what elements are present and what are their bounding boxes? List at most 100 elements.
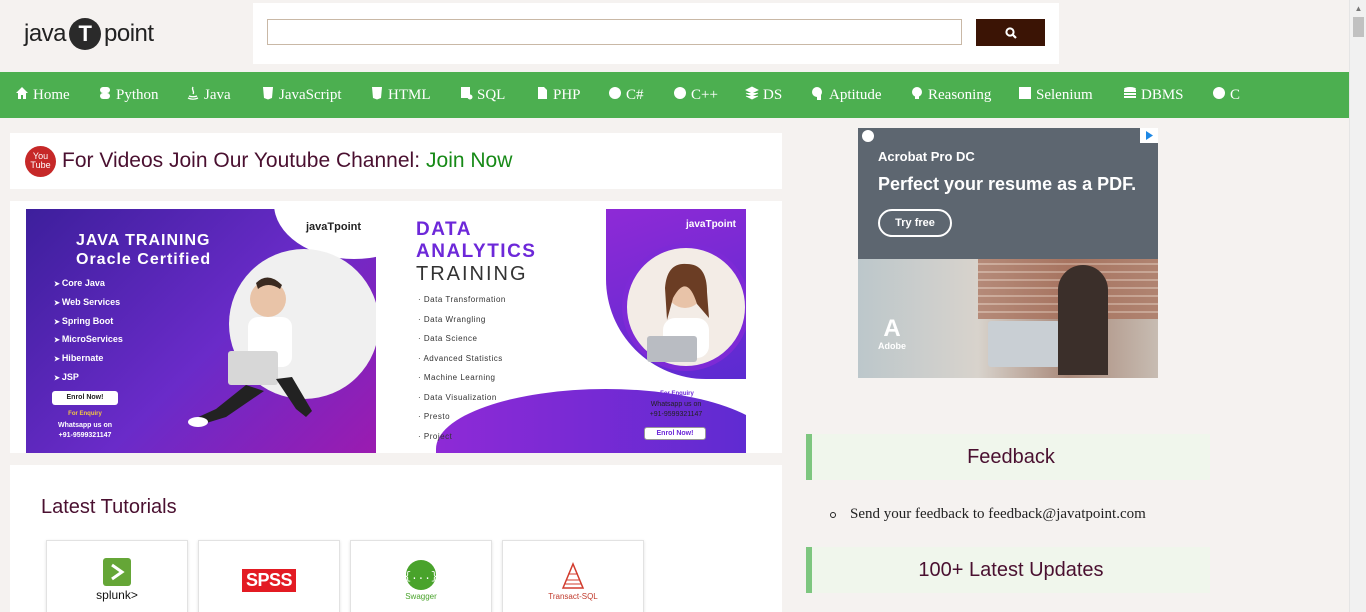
- banner-title-line2: Oracle Certified: [76, 251, 212, 268]
- topic-item: Presto: [418, 407, 506, 427]
- section-heading: Latest Tutorials: [41, 496, 177, 518]
- course-item: MicroServices: [54, 331, 123, 350]
- splunk-icon: [103, 558, 131, 586]
- banner-title-line2: ANALYTICS: [416, 241, 537, 262]
- nav-item-home[interactable]: Home: [15, 72, 98, 118]
- nav-item-cpp[interactable]: C++: [673, 72, 745, 118]
- nav-item-java[interactable]: Java: [186, 72, 261, 118]
- topic-item: Data Science: [418, 329, 506, 349]
- selenium-icon: [1018, 86, 1032, 100]
- java-training-banner[interactable]: javaTpoint JAVA TRAINING Oracle Certifie…: [26, 209, 376, 453]
- card-label: Transact-SQL: [548, 591, 598, 601]
- enrol-now-button[interactable]: Enrol Now!: [52, 391, 118, 405]
- youtube-banner: You Tube For Videos Join Our Youtube Cha…: [10, 133, 782, 189]
- nav-item-dbms[interactable]: DBMS: [1123, 72, 1212, 118]
- feedback-text: Send your feedback to feedback@javatpoin…: [830, 506, 1146, 523]
- adobe-logo-mark: A: [883, 315, 901, 342]
- search-icon: [1004, 26, 1017, 39]
- whatsapp-label: Whatsapp us on: [650, 401, 702, 408]
- youtube-text: For Videos Join Our Youtube Channel:: [62, 149, 421, 172]
- ad-top-panel: Acrobat Pro DC Perfect your resume as a …: [858, 128, 1158, 259]
- ad-brand: Acrobat Pro DC: [878, 149, 975, 164]
- javascript-icon: [261, 86, 275, 100]
- reasoning-icon: [910, 86, 924, 100]
- tutorial-card-splunk[interactable]: splunk>: [46, 540, 188, 612]
- main-nav: Home Python Java JavaScript HTML SQL PHP…: [0, 72, 1349, 118]
- nav-label: C++: [691, 86, 718, 103]
- course-item: Spring Boot: [54, 313, 123, 332]
- nav-item-php[interactable]: PHP: [535, 72, 608, 118]
- banner-topic-list: Data Transformation Data Wrangling Data …: [418, 290, 506, 446]
- youtube-icon[interactable]: You Tube: [25, 145, 56, 177]
- advertisement[interactable]: Acrobat Pro DC Perfect your resume as a …: [858, 128, 1158, 378]
- nav-item-c[interactable]: C: [1212, 72, 1252, 118]
- bullet-icon: [830, 511, 836, 518]
- logo-mark: T: [69, 18, 102, 50]
- enrol-now-button[interactable]: Enrol Now!: [644, 427, 706, 440]
- search-button[interactable]: [976, 19, 1045, 46]
- nav-label: PHP: [553, 86, 581, 103]
- nav-item-javascript[interactable]: JavaScript: [261, 72, 370, 118]
- nav-item-ds[interactable]: DS: [745, 72, 811, 118]
- nav-item-sql[interactable]: SQL: [459, 72, 535, 118]
- phone-number: +91-9599321147: [58, 432, 112, 439]
- header: java T point: [0, 0, 1349, 72]
- nav-item-selenium[interactable]: Selenium: [1018, 72, 1123, 118]
- feedback-text-content[interactable]: Send your feedback to feedback@javatpoin…: [850, 506, 1146, 523]
- ad-choices-icon[interactable]: [1140, 128, 1158, 143]
- tsql-icon: [561, 561, 585, 589]
- tutorial-card-spss[interactable]: SPSS: [198, 540, 340, 612]
- person-shape: [1058, 265, 1108, 375]
- woman-image: [647, 263, 709, 362]
- nav-label: HTML: [388, 86, 431, 103]
- whatsapp-label: Whatsapp us on: [57, 422, 113, 429]
- topic-item: Data Wrangling: [418, 310, 506, 330]
- ad-headline: Perfect your resume as a PDF.: [878, 174, 1137, 194]
- site-logo[interactable]: java T point: [24, 16, 154, 52]
- try-free-button[interactable]: Try free: [878, 209, 952, 237]
- join-now-link[interactable]: Join Now: [426, 149, 512, 173]
- course-item: Hibernate: [54, 350, 123, 369]
- nav-label: Home: [33, 86, 70, 103]
- search-input[interactable]: [267, 19, 962, 45]
- logo-text-left: java: [24, 20, 67, 47]
- data-analytics-banner[interactable]: javaTpoint DATA ANALYTICS TRAINING Data …: [376, 209, 746, 453]
- home-icon: [15, 86, 29, 100]
- nav-item-aptitude[interactable]: Aptitude: [811, 72, 910, 118]
- search-container: [253, 3, 1059, 64]
- banner-title: JAVA TRAINING Oracle Certified: [76, 231, 211, 269]
- nav-item-reasoning[interactable]: Reasoning: [910, 72, 1018, 118]
- whatsapp-contact: Whatsapp us on +91-9599321147: [44, 421, 126, 441]
- course-item: Core Java: [54, 275, 123, 294]
- adobe-logo-text: Adobe: [878, 341, 906, 351]
- latest-tutorials-section: Latest Tutorials splunk> SPSS {...} Swag…: [10, 465, 782, 612]
- nav-label: DS: [763, 86, 783, 103]
- nav-label: Selenium: [1036, 86, 1093, 103]
- scroll-thumb[interactable]: [1353, 17, 1364, 37]
- nav-item-python[interactable]: Python: [98, 72, 186, 118]
- vertical-scrollbar[interactable]: ▲: [1349, 0, 1366, 612]
- svg-text:{...}: {...}: [404, 571, 437, 583]
- banner-title-line1: JAVA TRAINING: [76, 232, 211, 249]
- nav-item-html[interactable]: HTML: [370, 72, 459, 118]
- tutorial-card-tsql[interactable]: Transact-SQL: [502, 540, 644, 612]
- topic-item: Advanced Statistics: [418, 349, 506, 369]
- nav-item-csharp[interactable]: C#: [608, 72, 673, 118]
- nav-label: Python: [116, 86, 159, 103]
- tutorial-card-swagger[interactable]: {...} Swagger: [350, 540, 492, 612]
- topic-item: Data Visualization: [418, 388, 506, 408]
- banner-brand: javaTpoint: [306, 221, 362, 233]
- course-item: Web Services: [54, 294, 123, 313]
- topic-item: Project: [418, 427, 506, 447]
- feedback-heading: Feedback: [806, 434, 1210, 480]
- ds-icon: [745, 86, 759, 100]
- nav-label: Aptitude: [829, 86, 882, 103]
- scroll-up-arrow-icon[interactable]: ▲: [1350, 0, 1366, 17]
- topic-item: Data Transformation: [418, 290, 506, 310]
- banner-course-list: Core Java Web Services Spring Boot Micro…: [54, 275, 123, 388]
- logo-text-right: point: [104, 20, 154, 47]
- woman-photo-image: [622, 243, 746, 371]
- ad-privacy-icon[interactable]: [862, 130, 874, 142]
- card-label: Swagger: [405, 592, 437, 601]
- nav-label: JavaScript: [279, 86, 342, 103]
